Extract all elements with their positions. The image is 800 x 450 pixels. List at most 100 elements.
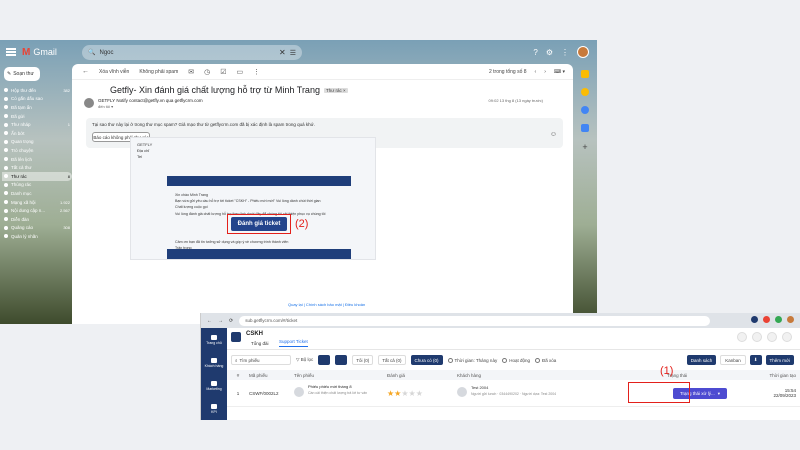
sidebar-item[interactable]: Đã lên lịch [2,155,72,164]
folder-icon[interactable]: ▭ [237,68,244,76]
ticket-search-input[interactable]: ⌕ Tìm phiếu [231,355,291,365]
sidebar-item[interactable]: Nội dung cập n... 2.567 [2,206,72,215]
tab-unassigned[interactable]: Chưa có (0) [410,355,443,365]
user-icon[interactable] [782,332,792,342]
sidebar-item[interactable]: Diễn đàn [2,215,72,224]
extension-icon[interactable] [751,316,758,323]
table-row[interactable]: 1 CSWF/0002L2 Phiếu phiếu mới tháng 8 Cầ… [227,380,800,407]
menu-icon[interactable] [6,48,16,56]
address-bar[interactable]: sub.getflycrm.com/#/ticket [239,315,710,326]
sidebar-item[interactable]: Đã tạm ẩn [2,103,72,112]
extension-icon[interactable] [763,316,770,323]
task-icon[interactable]: ☑ [220,68,226,76]
message-filter-icon[interactable] [335,355,348,365]
gmail-m-icon: M [22,46,31,58]
ticket-code[interactable]: CSWF/0002L2 [249,391,294,396]
sidebar-item[interactable]: Đã gửi [2,112,72,121]
sidebar-item[interactable]: Danh mục [2,189,72,198]
tab-support-ticket[interactable]: Support Ticket [279,339,308,347]
filter-button[interactable]: ▽ Bộ lọc [296,357,313,363]
search-options-icon[interactable]: ☰ [290,49,296,57]
add-addon-icon[interactable]: + [582,142,587,152]
rocket-icon[interactable] [767,332,777,342]
help-circle-icon[interactable]: ☺ [550,131,557,138]
col-status: Trạng thái [667,372,688,378]
language-icon[interactable]: ⌨ ▾ [554,69,565,75]
ticket-title[interactable]: Phiếu phiếu mới tháng 8 [308,384,352,389]
page-count: 2 trong tổng số 8 [489,68,527,75]
nav-item[interactable]: Marketing [201,374,227,397]
spam-notice-text: Tại sao thư này lại ở trong thư mục spam… [92,122,315,127]
sidebar-item[interactable]: Có gắn dấu sao [2,95,72,104]
add-ticket-button[interactable]: Thêm mới [765,355,794,365]
sidebar-item[interactable]: Hộp thư đến 382 [2,86,72,95]
profile-icon[interactable] [787,316,794,323]
avatar[interactable] [577,46,589,58]
prev-icon[interactable]: ‹ [535,69,537,75]
active-radio[interactable]: Hoạt động [502,357,530,363]
tab-all[interactable]: Tất cả (0) [378,355,406,365]
mail-footer-links[interactable]: Quay lại | Chính sách bảo mật | Điều kho… [288,302,365,307]
sidebar-item[interactable]: Thùng rác [2,181,72,190]
deleted-radio[interactable]: Đã xóa [534,357,556,363]
contacts-icon[interactable] [581,124,589,132]
customer-name[interactable]: Test 2004 [471,385,488,390]
not-spam-button[interactable]: Không phải spam [139,69,178,75]
back-arrow-icon[interactable]: ← [82,68,89,75]
time-filter[interactable]: Thời gian: Tháng này [447,357,497,363]
back-icon[interactable]: ← [207,318,212,324]
settings-icon[interactable]: ⚙ [546,48,553,57]
apps-icon[interactable]: ⋮ [561,48,569,57]
search-box[interactable]: 🔍 Ngoc ✕ ☰ [82,45,302,60]
sidebar-item[interactable]: Ẩn bớt [2,129,72,138]
calendar-icon[interactable] [581,70,589,78]
reload-icon[interactable]: ⟳ [229,318,233,324]
folder-icon [4,217,8,222]
sidebar-item[interactable]: Thư nháp 1 [2,120,72,129]
sidebar-item[interactable]: Quản lý nhãn [2,232,72,241]
nav-item[interactable]: Trang chủ [201,328,227,351]
chat-icon[interactable] [752,332,762,342]
filter-label: Bộ lọc [300,357,314,362]
compose-button[interactable]: ✎ Soạn thư [4,67,40,81]
recipient-line[interactable]: đến tôi ▾ [98,104,113,109]
tab-call-center[interactable]: Tổng đài [251,341,269,346]
tab-mine[interactable]: Tôi (0) [352,355,374,365]
ticket-cell[interactable]: Phiếu phiếu mới tháng 8 Cần cải thiện ch… [294,380,387,406]
sidebar-item[interactable]: Quảng cáo 308 [2,224,72,233]
bell-icon[interactable] [737,332,747,342]
download-icon[interactable]: ⬇ [749,355,762,365]
sidebar-item[interactable]: Quan trọng [2,138,72,147]
step-marker-2: (2) [295,218,309,230]
nav-item[interactable]: Khách hàng [201,351,227,374]
sidebar-item[interactable]: Mạng xã hội 1.922 [2,198,72,207]
nav-item[interactable]: KPI [201,397,227,420]
forward-icon[interactable]: → [218,318,223,324]
mail-icon[interactable]: ✉ [188,68,194,76]
keep-icon[interactable] [581,88,589,96]
sidebar-item[interactable]: Trò chuyện [2,146,72,155]
clear-search-icon[interactable]: ✕ [279,48,286,57]
extension-icon[interactable] [775,316,782,323]
col-code: Mã phiếu [249,372,268,378]
clock-icon[interactable]: ◷ [204,68,210,76]
kanban-view-button[interactable]: Kanban [720,355,746,365]
col-customer: Khách hàng [457,372,482,378]
spam-label[interactable]: Thư rác × [323,87,348,93]
extensions [751,316,794,323]
tasks-icon[interactable] [581,106,589,114]
more-icon[interactable]: ⋮ [253,68,260,76]
browser-bar: ← → ⟳ sub.getflycrm.com/#/ticket [201,313,800,328]
folder-icon [4,105,8,110]
chat-filter-icon[interactable] [318,355,331,365]
delete-forever-button[interactable]: Xóa vĩnh viễn [99,69,129,75]
sidebar-item[interactable]: Tất cả thư [2,163,72,172]
gmail-logo[interactable]: M Gmail [22,47,57,58]
list-view-button[interactable]: Danh sách [686,355,717,365]
ticket-table: # Mã phiếu Tên phiếu Đánh giá Khách hàng… [227,370,800,407]
message-toolbar: ← Xóa vĩnh viễn Không phải spam ✉ ◷ ☑ ▭ … [72,64,573,80]
help-icon[interactable]: ? [533,48,537,57]
next-icon[interactable]: › [544,69,546,75]
sidebar-item[interactable]: Thư rác 8 [2,171,72,181]
search-input[interactable]: Ngoc [99,50,113,56]
